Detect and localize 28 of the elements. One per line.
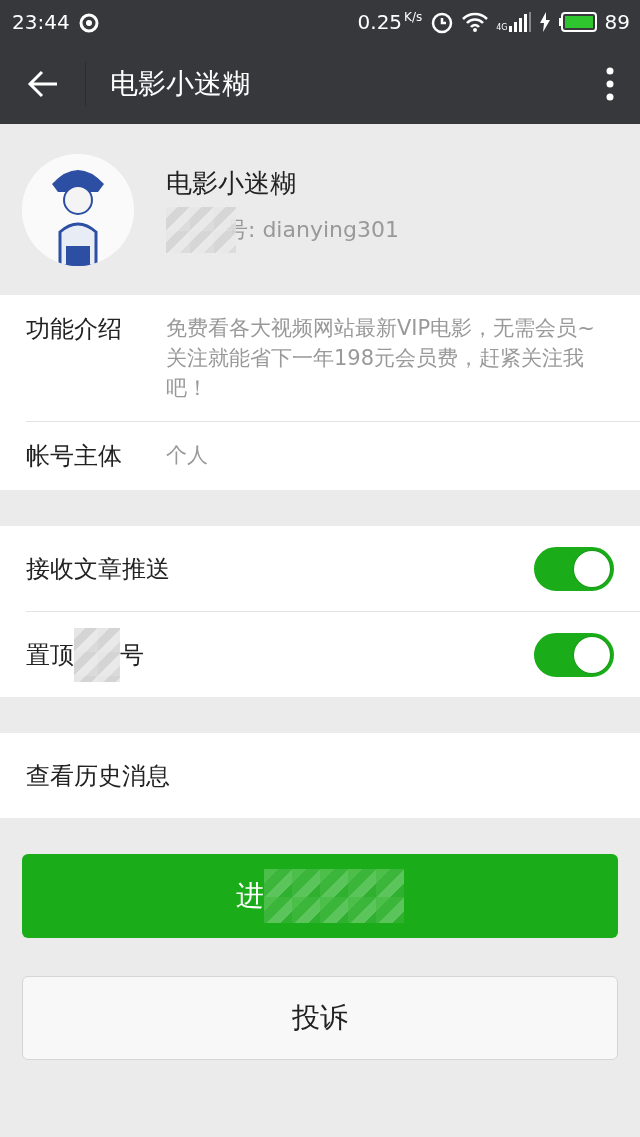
more-icon[interactable] [606,67,614,101]
network-type: 4G [496,23,508,32]
back-icon[interactable] [26,70,59,98]
battery-percent: 89 [604,10,630,34]
signal-icon [508,12,531,32]
row-value: 个人 [166,442,208,469]
alarm-icon [430,10,455,34]
row-value: 免费看各大视频网站最新VIP电影，无需会员~关注就能省下一年198元会员费，赶紧关注我吧！ [166,315,596,402]
swirl-icon [77,11,100,33]
charging-icon [538,12,551,32]
row-label: 接收文章推送 [26,553,170,585]
blur-patch [74,627,120,682]
complaint-button[interactable]: 投诉 [22,976,618,1060]
history-link[interactable]: 查看历史消息 [26,759,170,792]
wifi-icon [462,12,489,32]
account-name: 电影小迷糊 [166,167,297,200]
toggle-switch[interactable] [534,632,614,677]
row-label: 置顶 [26,639,74,671]
speed-unit: K/s [404,10,423,24]
account-id: 号: dianying301 [226,216,399,244]
battery-icon [558,12,597,32]
row-label: 功能介绍 [26,314,122,345]
row-label: 帐号主体 [26,441,122,472]
network-speed: 0.25 [357,10,403,34]
row-label: 号 [120,639,144,671]
toggle-switch[interactable] [534,546,614,591]
toolbar-title: 电影小迷糊 [109,66,251,102]
status-time: 23:44 [12,10,70,34]
